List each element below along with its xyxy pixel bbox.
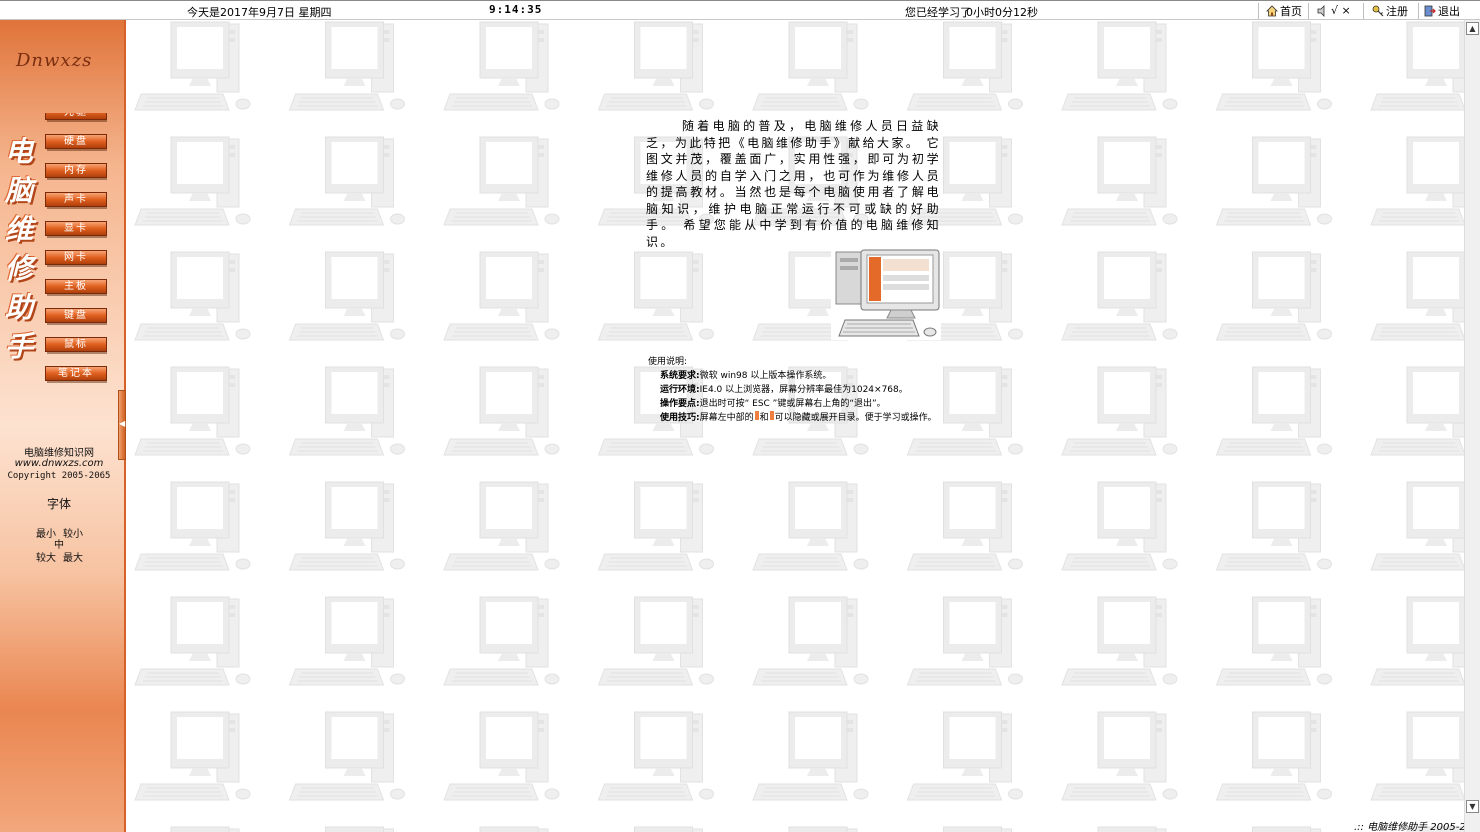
usage-instructions: 使用说明: 系统要求:微软 win98 以上版本操作系统。 运行环境:IE4.0…	[648, 355, 948, 425]
usage-text: 退出时可按“ ESC ”键或屏幕右上角的“退出”。	[699, 399, 886, 409]
usage-label: 运行环境:	[660, 385, 700, 395]
font-size-label: 字体	[46, 497, 71, 511]
usage-label: 系统要求:	[660, 371, 700, 381]
usage-label: 操作要点:	[660, 399, 700, 409]
usage-text: 屏幕左中部的	[699, 413, 754, 423]
app-title-vertical: 电脑维修助手	[5, 135, 34, 363]
separator	[1363, 3, 1364, 19]
font-smaller-link[interactable]: 较小	[63, 525, 83, 540]
footer-copyright: .:: 电脑维修助手 2005-2065	[1354, 822, 1464, 832]
usage-text: IE4.0 以上浏览器，屏幕分辨率最佳为1024×768。	[699, 385, 908, 395]
menu-item-videocard[interactable]: 显卡	[45, 221, 107, 236]
separator	[1418, 3, 1419, 19]
scroll-down-icon[interactable]: ▼	[1466, 800, 1479, 813]
menu-item-motherboard[interactable]: 主板	[45, 279, 107, 294]
site-name: 电脑维修知识网	[24, 448, 94, 459]
collapse-arrow-icon	[754, 411, 759, 420]
menu-item-soundcard[interactable]: 声卡	[45, 192, 107, 207]
font-smallest-link[interactable]: 最小	[36, 525, 56, 540]
menu-collapse-handle[interactable]: ◀	[118, 390, 126, 460]
top-status-bar: 今天是2017年9月7日 星期四 9:14:35 您已经学习了 0小时0分12秒…	[0, 0, 1480, 20]
expand-arrow-icon	[769, 411, 774, 420]
current-date: 今天是2017年9月7日 星期四	[187, 6, 332, 19]
menu-item-keyboard[interactable]: 键盘	[45, 308, 107, 323]
brand-logo: Dnwxzs	[16, 50, 93, 71]
computer-illustration	[831, 248, 941, 340]
sidebar: Dnwxzs 电脑维修助手 光驱 硬盘 内存 声卡 显卡 网卡 主板 键盘 鼠标…	[0, 20, 126, 832]
intro-paragraph: 随着电脑的普及，电脑维修人员日益缺乏，为此特把《电脑维修助手》献给大家。 它图文…	[646, 119, 941, 249]
usage-text: 可以隐藏或展开目录。便于学习或操作。	[774, 413, 937, 423]
study-time-label: 您已经学习了	[905, 6, 971, 19]
exit-icon	[1424, 5, 1436, 17]
speaker-icon	[1317, 4, 1329, 17]
menu-item-netcard[interactable]: 网卡	[45, 250, 107, 265]
register-label: 注册	[1386, 4, 1408, 18]
separator	[1258, 3, 1259, 19]
menu-item-mouse[interactable]: 鼠标	[45, 337, 107, 352]
exit-label: 退出	[1438, 4, 1460, 18]
key-icon	[1372, 5, 1384, 17]
study-time-value: 0小时0分12秒	[966, 6, 1038, 19]
main-content: 随着电脑的普及，电脑维修人员日益缺乏，为此特把《电脑维修助手》献给大家。 它图文…	[126, 20, 1464, 832]
exit-button[interactable]: 退出	[1424, 3, 1460, 18]
clock: 9:14:35	[489, 3, 543, 16]
usage-text: 微软 win98 以上版本操作系统。	[699, 371, 832, 381]
home-label: 首页	[1280, 4, 1302, 18]
scroll-up-icon[interactable]: ▲	[1466, 22, 1479, 35]
separator	[1308, 3, 1309, 19]
home-button[interactable]: 首页	[1266, 3, 1302, 18]
usage-label: 使用技巧:	[660, 413, 700, 423]
copyright: Copyright 2005-2065	[7, 471, 111, 481]
site-url: www.dnwxzs.com	[14, 458, 104, 469]
usage-title: 使用说明:	[648, 357, 688, 367]
sound-toggle[interactable]: √ ×	[1317, 3, 1351, 18]
menu-item-cdrom[interactable]: 光驱	[45, 113, 107, 120]
sound-label: √ ×	[1331, 4, 1351, 17]
register-button[interactable]: 注册	[1372, 3, 1408, 18]
menu-item-harddisk[interactable]: 硬盘	[45, 134, 107, 149]
category-menu: 光驱 硬盘 内存 声卡 显卡 网卡 主板 键盘 鼠标 笔记本 安全	[45, 113, 107, 386]
usage-text: 和	[759, 413, 769, 423]
home-icon	[1266, 4, 1278, 17]
font-larger-link[interactable]: 较大	[36, 549, 56, 564]
menu-item-memory[interactable]: 内存	[45, 163, 107, 178]
arrow-left-icon: ◀	[119, 419, 126, 428]
font-largest-link[interactable]: 最大	[63, 549, 83, 564]
vertical-scrollbar[interactable]: ▲ ▼	[1464, 20, 1480, 832]
menu-item-notebook[interactable]: 笔记本	[45, 366, 107, 381]
